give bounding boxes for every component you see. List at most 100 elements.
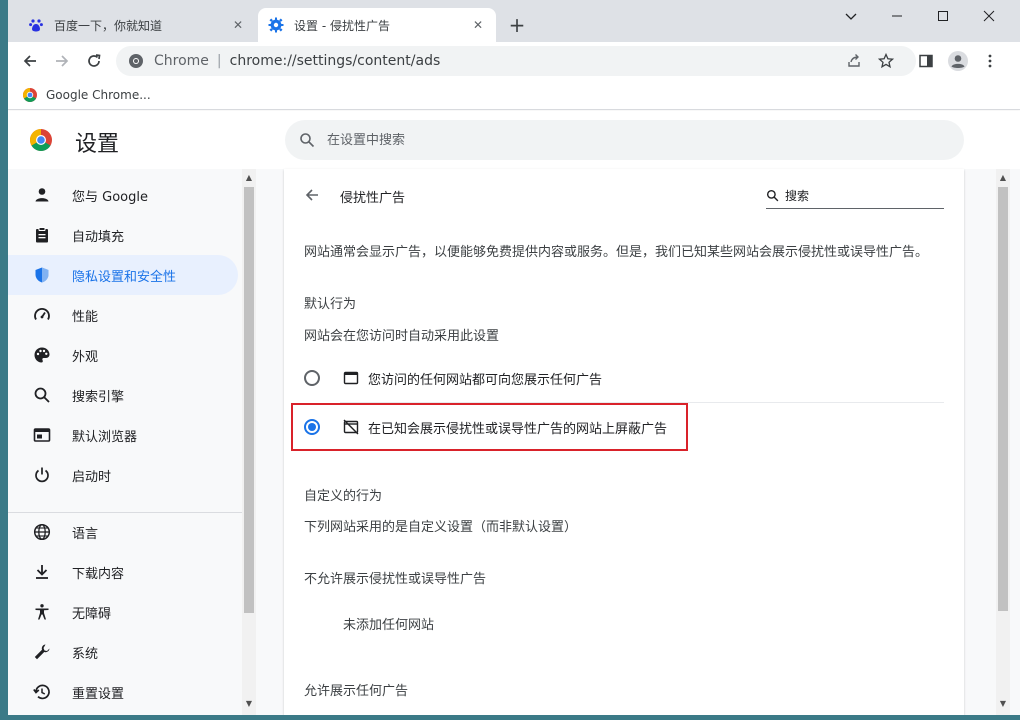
download-icon [32, 562, 52, 582]
sidebar-item-system[interactable]: 系统 [8, 632, 238, 672]
address-url: chrome://settings/content/ads [229, 53, 441, 69]
scroll-down-icon[interactable]: ▼ [244, 699, 254, 709]
sidebar-item-accessibility[interactable]: 无障碍 [8, 592, 238, 632]
window-icon [342, 369, 360, 387]
sidebar-item-label: 性能 [72, 309, 99, 325]
settings-main: 您与 Google 自动填充 隐私设置和安全性 性能 外观 搜索引擎 默认浏览器… [8, 169, 1020, 715]
shield-icon [32, 265, 52, 285]
sidebar-item-label: 系统 [72, 646, 99, 662]
sidebar-scrollbar[interactable]: ▲ ▼ [242, 169, 256, 715]
sidebar-item-you-and-google[interactable]: 您与 Google [8, 175, 238, 215]
new-tab-button[interactable]: + [506, 13, 528, 37]
sidebar-item-label: 您与 Google [72, 189, 148, 205]
settings-gear-icon [268, 17, 284, 33]
wrench-icon [32, 642, 52, 662]
sidebar-item-privacy-security[interactable]: 隐私设置和安全性 [8, 255, 238, 295]
tab-title: 百度一下，你就知道 [54, 18, 163, 33]
address-bar[interactable]: Chrome | chrome://settings/content/ads [116, 46, 916, 76]
sidebar-item-default-browser[interactable]: 默认浏览器 [8, 415, 238, 455]
back-arrow-icon [305, 189, 318, 201]
settings-header: 设置 [8, 111, 1020, 169]
default-behavior-heading: 默认行为 [304, 297, 357, 312]
sidebar-item-search-engine[interactable]: 搜索引擎 [8, 375, 238, 415]
close-icon[interactable]: ✕ [470, 17, 486, 33]
settings-search[interactable] [285, 120, 964, 160]
scroll-up-icon[interactable]: ▲ [998, 173, 1008, 183]
forward-arrow-icon[interactable] [48, 47, 76, 75]
sidebar-item-appearance[interactable]: 外观 [8, 335, 238, 375]
star-icon[interactable] [872, 47, 900, 75]
more-menu-icon[interactable] [976, 47, 1004, 75]
content-scroll-thumb[interactable] [998, 187, 1008, 611]
reload-icon[interactable] [80, 47, 108, 75]
sidebar-scroll-thumb[interactable] [244, 187, 254, 613]
speedometer-icon [32, 305, 52, 325]
tab-baidu[interactable]: 百度一下，你就知道 ✕ [18, 8, 256, 42]
scroll-up-icon[interactable]: ▲ [244, 173, 254, 183]
clipboard-icon [32, 225, 52, 245]
section-title: 侵扰性广告 [340, 191, 406, 206]
address-scheme-label: Chrome [154, 53, 209, 69]
disallow-empty-text: 未添加任何网站 [343, 618, 435, 633]
settings-search-input[interactable] [327, 132, 927, 148]
sidebar-item-label: 语言 [72, 526, 99, 542]
tab-search-chevron-icon[interactable] [828, 0, 874, 32]
address-separator: | [216, 53, 222, 69]
close-icon[interactable]: ✕ [230, 17, 246, 33]
chrome-logo-icon [29, 128, 53, 152]
scroll-down-icon[interactable]: ▼ [998, 699, 1008, 709]
search-icon [32, 385, 52, 405]
content-search[interactable] [766, 183, 944, 209]
sidebar-item-label: 启动时 [72, 469, 112, 485]
bookmarks-bar: Google Chrome... [8, 80, 1020, 110]
tab-strip: 百度一下，你就知道 ✕ 设置 - 侵扰性广告 ✕ + [8, 0, 1020, 42]
radio-allow-all-ads[interactable] [304, 370, 320, 386]
tab-title: 设置 - 侵扰性广告 [294, 18, 390, 33]
toolbar: Chrome | chrome://settings/content/ads [8, 42, 1020, 80]
sidebar-item-label: 重置设置 [72, 686, 125, 702]
tab-settings[interactable]: 设置 - 侵扰性广告 ✕ [258, 8, 496, 42]
option-allow-all-ads[interactable]: 您访问的任何网站都可向您展示任何广告 [294, 355, 944, 401]
google-chrome-icon [22, 87, 38, 103]
sidebar-item-label: 下载内容 [72, 566, 125, 582]
accessibility-icon [32, 602, 52, 622]
person-icon [32, 185, 52, 205]
sidebar-item-label: 隐私设置和安全性 [72, 269, 177, 285]
baidu-icon [28, 17, 44, 33]
custom-behavior-subtitle: 下列网站采用的是自定义设置（而非默认设置） [304, 520, 578, 535]
default-behavior-subtitle: 网站会在您访问时自动采用此设置 [304, 329, 500, 344]
content-scrollbar[interactable]: ▲ ▼ [996, 169, 1010, 715]
close-window-icon[interactable] [966, 0, 1012, 32]
content-search-input[interactable] [785, 188, 935, 203]
custom-behavior-heading: 自定义的行为 [304, 489, 383, 504]
sidebar-item-label: 自动填充 [72, 229, 125, 245]
restore-icon [32, 682, 52, 702]
sidebar-item-languages[interactable]: 语言 [8, 512, 238, 552]
share-icon[interactable] [840, 47, 868, 75]
ads-description: 网站通常会显示广告，以便能够免费提供内容或服务。但是，我们已知某些网站会展示侵扰… [304, 245, 929, 260]
sidebar-item-performance[interactable]: 性能 [8, 295, 238, 335]
bookmark-google-chrome[interactable]: Google Chrome... [46, 88, 151, 102]
search-icon [299, 132, 315, 148]
sidebar-item-on-startup[interactable]: 启动时 [8, 455, 238, 495]
ads-settings-card: 侵扰性广告 网站通常会显示广告，以便能够免费提供内容或服务。但是，我们已知某些网… [284, 169, 964, 715]
browser-window: 百度一下，你就知道 ✕ 设置 - 侵扰性广告 ✕ + Chrome | chro… [8, 0, 1020, 715]
sidebar-item-label: 外观 [72, 349, 99, 365]
settings-sidebar: 您与 Google 自动填充 隐私设置和安全性 性能 外观 搜索引擎 默认浏览器… [8, 169, 242, 715]
sidebar-item-autofill[interactable]: 自动填充 [8, 215, 238, 255]
browser-icon [32, 425, 52, 445]
side-panel-icon[interactable] [912, 47, 940, 75]
back-button[interactable] [300, 183, 324, 207]
minimize-icon[interactable] [874, 0, 920, 32]
sidebar-item-label: 默认浏览器 [72, 429, 138, 445]
back-arrow-icon[interactable] [16, 47, 44, 75]
allow-list-heading: 允许展示任何广告 [304, 684, 409, 699]
sidebar-item-reset[interactable]: 重置设置 [8, 672, 238, 712]
sidebar-item-downloads[interactable]: 下载内容 [8, 552, 238, 592]
avatar[interactable] [944, 47, 972, 75]
palette-icon [32, 345, 52, 365]
globe-icon [32, 522, 52, 542]
disallow-list-heading: 不允许展示侵扰性或误导性广告 [304, 572, 487, 587]
page-title: 设置 [75, 132, 120, 157]
maximize-icon[interactable] [920, 0, 966, 32]
